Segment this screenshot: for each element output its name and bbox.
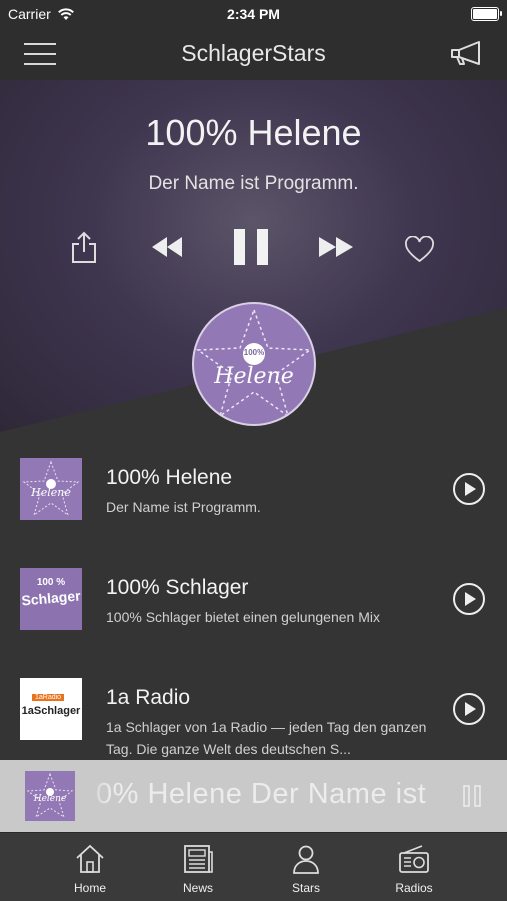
mini-player[interactable]: Helene 0% Helene Der Name ist [0, 760, 507, 832]
list-item[interactable]: Helene 100% Helene Der Name ist Programm… [0, 432, 507, 542]
list-item[interactable]: 1aRadio 1aSchlager 1a Radio 1a Schlager … [0, 652, 507, 762]
station-thumbnail: Helene [20, 458, 82, 520]
megaphone-icon[interactable] [449, 40, 485, 68]
thumb-logo-word: Helene [31, 486, 71, 499]
list-item[interactable]: 100 % Schlager 100% Schlager 100% Schlag… [0, 542, 507, 652]
mini-player-marquee: 0% Helene Der Name ist [96, 778, 427, 810]
tab-stars[interactable]: Stars [256, 833, 356, 901]
favorite-button[interactable] [404, 236, 435, 263]
tab-label: Home [73, 881, 106, 895]
tab-home[interactable]: Home [40, 833, 140, 901]
thumb-logo-top: 1aRadio [32, 694, 65, 701]
rewind-button[interactable] [150, 235, 184, 259]
mini-logo-word: Helene [33, 794, 67, 804]
tab-bar: Home News Stars Radios [0, 832, 507, 901]
clock: 2:34 PM [227, 6, 280, 22]
tab-label: Radios [395, 881, 433, 895]
now-playing-panel: 100% Helene Der Name ist Programm. 100% … [0, 80, 507, 432]
mini-player-logo: Helene [25, 771, 75, 821]
person-icon [293, 845, 319, 874]
share-button[interactable] [70, 230, 98, 264]
station-name: 100% Helene [106, 466, 233, 489]
station-thumbnail: 100 % Schlager [20, 568, 82, 630]
tab-news[interactable]: News [148, 833, 248, 901]
station-description: 1a Schlager von 1a Radio — jeden Tag den… [106, 719, 427, 757]
tab-radios[interactable]: Radios [364, 833, 464, 901]
thumb-logo-word: Schlager [20, 587, 82, 609]
thumb-logo-top: 100 % [36, 577, 66, 588]
home-icon [76, 844, 104, 873]
play-icon[interactable] [452, 692, 486, 726]
fast-forward-button[interactable] [317, 235, 357, 259]
news-icon [184, 845, 213, 873]
station-logo: 100% Helene [192, 302, 316, 426]
station-name: 100% Schlager [106, 576, 249, 599]
mini-pause-button[interactable] [462, 784, 482, 808]
station-description: 100% Schlager bietet einen gelungenen Mi… [106, 609, 380, 625]
thumb-logo-word: 1aSchlager [21, 705, 81, 717]
logo-top-text: 100% [243, 348, 265, 357]
battery-icon [471, 7, 502, 21]
station-name: 1a Radio [106, 686, 191, 709]
app-title: SchlagerStars [181, 40, 326, 66]
tab-label: Stars [291, 881, 320, 895]
marquee-fade [82, 760, 112, 832]
pause-button[interactable] [232, 227, 270, 267]
now-playing-tagline: Der Name ist Programm. [148, 173, 359, 194]
status-bar: Carrier 2:34 PM [0, 0, 507, 28]
radio-icon [399, 845, 429, 873]
nav-bar: SchlagerStars [0, 28, 507, 80]
logo-word-text: Helene [214, 364, 294, 389]
tab-label: News [182, 881, 213, 895]
station-thumbnail: 1aRadio 1aSchlager [20, 678, 82, 740]
station-description: Der Name ist Programm. [106, 499, 261, 515]
play-icon[interactable] [452, 582, 486, 616]
now-playing-title: 100% Helene [145, 112, 362, 153]
play-icon[interactable] [452, 472, 486, 506]
